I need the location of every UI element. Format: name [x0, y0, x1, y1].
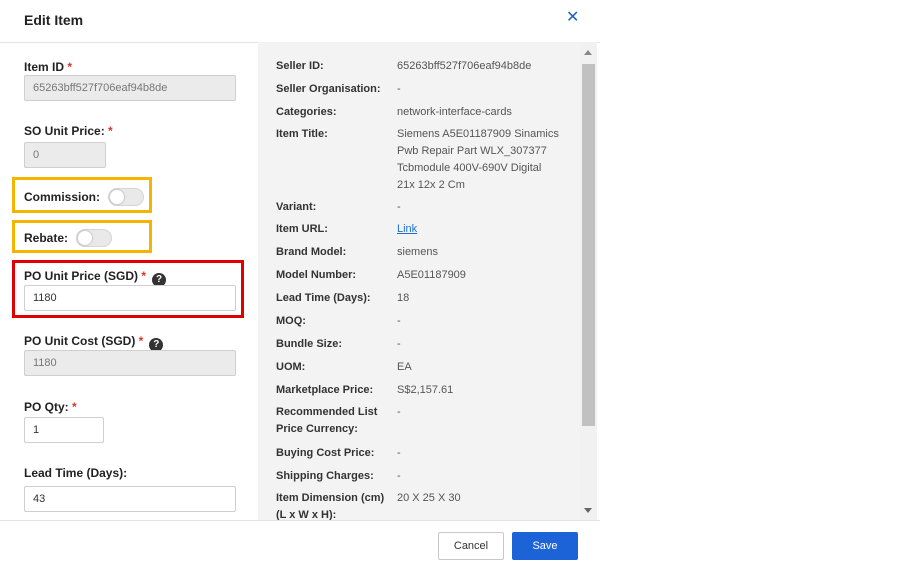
detail-value: EA	[397, 361, 412, 373]
detail-value: -	[397, 201, 401, 213]
detail-label: Brand Model:	[276, 246, 347, 258]
close-icon[interactable]: ✕	[566, 10, 582, 26]
edit-form: Item ID * SO Unit Price: * Commission: R…	[0, 42, 258, 520]
scroll-up-icon[interactable]	[584, 50, 592, 55]
detail-label: Seller ID:	[276, 60, 324, 72]
dialog-footer: Cancel Save	[0, 520, 600, 571]
detail-label: Lead Time (Days):	[276, 292, 371, 304]
dialog-header: Edit Item ✕	[0, 0, 600, 43]
item-id-label: Item ID *	[24, 60, 73, 74]
detail-value: -	[397, 315, 401, 327]
rebate-label: Rebate:	[24, 231, 69, 245]
edit-item-dialog: Edit Item ✕ Item ID * SO Unit Price: * C…	[0, 0, 600, 570]
detail-value: siemens	[397, 246, 438, 258]
po-qty-input[interactable]	[24, 417, 104, 443]
commission-toggle[interactable]	[108, 188, 145, 206]
detail-value: S$2,157.61	[397, 384, 454, 396]
toggle-knob	[110, 190, 125, 204]
detail-value: 65263bff527f706eaf94b8de	[397, 60, 532, 72]
scroll-down-icon[interactable]	[584, 508, 592, 513]
detail-value: -	[397, 338, 401, 350]
detail-label: Item Dimension (cm) (L x W x H):	[276, 492, 385, 520]
detail-label: Recommended List Price Currency:	[276, 406, 378, 435]
commission-row: Commission:	[24, 188, 145, 206]
cancel-button[interactable]: Cancel	[438, 532, 504, 560]
detail-label: Item URL:	[276, 223, 328, 235]
detail-value: A5E01187909	[397, 269, 466, 281]
po-unit-cost-input[interactable]	[24, 350, 236, 376]
item-url-link[interactable]: Link	[397, 223, 417, 235]
lead-time-input[interactable]	[24, 486, 236, 512]
detail-value: 18	[397, 292, 410, 304]
detail-label: Seller Organisation:	[276, 83, 381, 95]
detail-label: Model Number:	[276, 269, 357, 281]
details-scrollbar[interactable]	[580, 42, 597, 520]
rebate-row: Rebate:	[24, 229, 113, 247]
rebate-toggle[interactable]	[76, 229, 113, 247]
lead-time-label: Lead Time (Days):	[24, 466, 128, 480]
detail-value: -	[397, 447, 401, 459]
detail-label: Bundle Size:	[276, 338, 343, 350]
save-button[interactable]: Save	[512, 532, 578, 560]
detail-label: Shipping Charges:	[276, 470, 374, 482]
detail-value: -	[397, 83, 401, 95]
item-details-panel: Seller ID: 65263bff527f706eaf94b8de Sell…	[258, 42, 597, 520]
scrollbar-thumb[interactable]	[582, 64, 595, 426]
detail-label: MOQ:	[276, 315, 306, 327]
item-title-value: Siemens A5E01187909 Sinamics Pwb Repair …	[397, 128, 559, 191]
detail-value: -	[397, 406, 401, 418]
detail-value: network-interface-cards	[397, 106, 512, 118]
po-qty-label: PO Qty: *	[24, 400, 77, 414]
detail-label: Marketplace Price:	[276, 384, 374, 396]
detail-label: Categories:	[276, 106, 337, 118]
so-unit-price-label: SO Unit Price: *	[24, 124, 113, 138]
item-id-input[interactable]	[24, 75, 236, 101]
detail-label: Item Title:	[276, 128, 328, 140]
toggle-knob	[78, 231, 93, 245]
po-unit-price-input[interactable]	[24, 285, 236, 311]
detail-value: 20 X 25 X 30	[397, 492, 461, 504]
detail-label: Buying Cost Price:	[276, 447, 375, 459]
commission-label: Commission:	[24, 190, 101, 204]
so-unit-price-input[interactable]	[24, 142, 106, 168]
dialog-title: Edit Item	[24, 12, 84, 28]
detail-label: UOM:	[276, 361, 306, 373]
detail-label: Variant:	[276, 201, 317, 213]
detail-value: -	[397, 470, 401, 482]
